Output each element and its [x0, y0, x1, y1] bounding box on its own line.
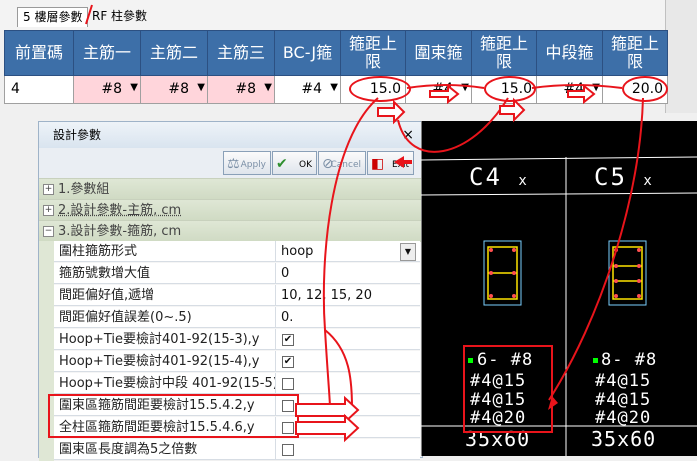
arrow-right-icon [499, 97, 526, 123]
arrow-left-icon [394, 156, 412, 168]
arrow-right-icon [567, 83, 596, 105]
arrow-right-icon [295, 413, 360, 443]
arrow-right-icon [377, 99, 406, 125]
annotation-arrows [85, 4, 644, 443]
arrow-right-icon [429, 83, 460, 105]
